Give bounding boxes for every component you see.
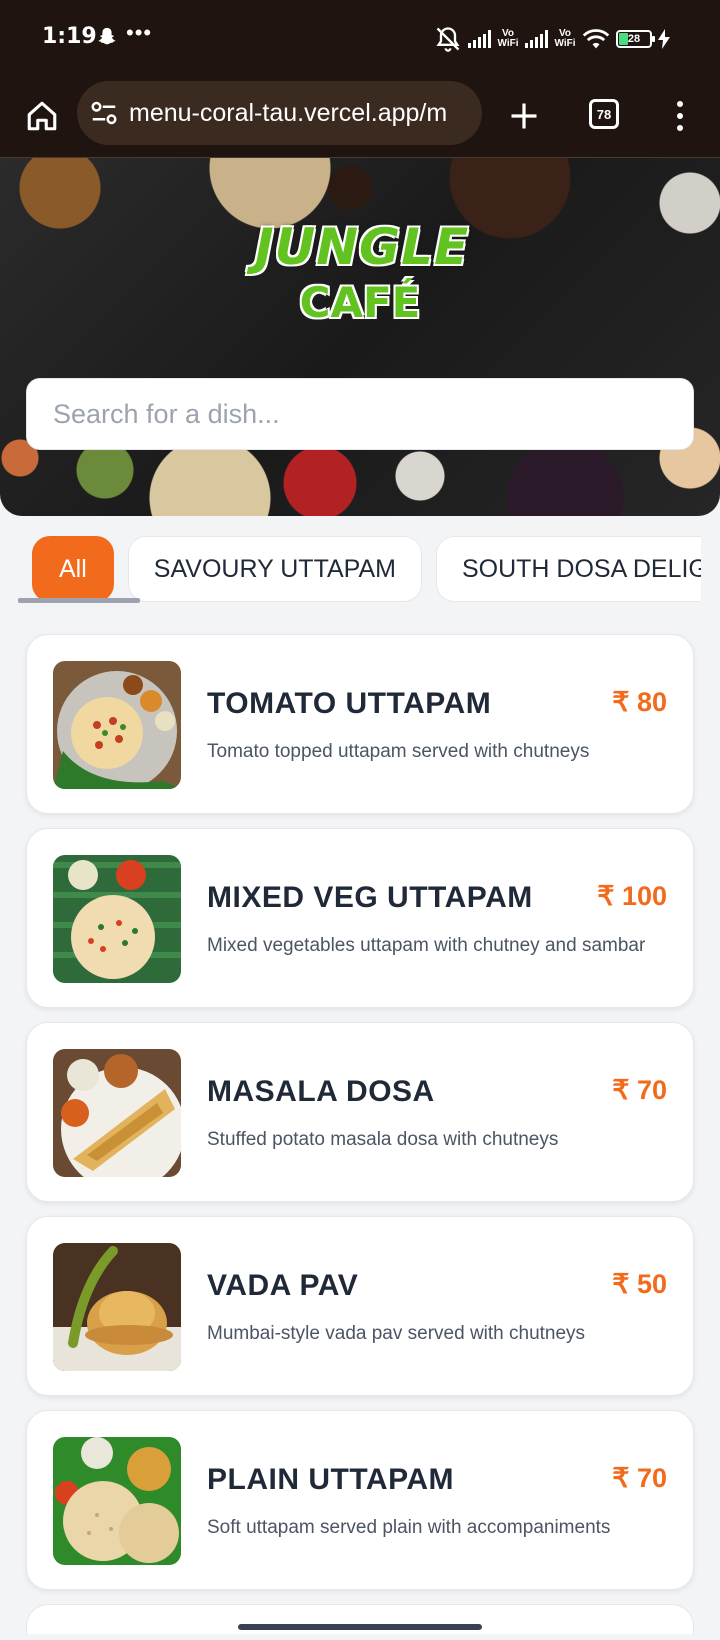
charging-icon: [658, 29, 670, 49]
new-tab-button[interactable]: [500, 92, 548, 140]
menu-item-card[interactable]: VADA PAV ₹ 50 Mumbai-style vada pav serv…: [26, 1216, 694, 1396]
jungle-cafe-logo: JUNGLE CAFÉ: [255, 218, 470, 333]
gesture-home-bar[interactable]: [238, 1624, 482, 1630]
dish-image: [53, 661, 181, 789]
dish-image: [53, 1437, 181, 1565]
dish-description: Soft uttapam served plain with accompani…: [207, 1517, 611, 1538]
dish-price: ₹ 70: [612, 1463, 667, 1493]
search-input[interactable]: [27, 379, 693, 449]
tab-switcher-button[interactable]: 78: [589, 99, 619, 129]
status-time: 1:19: [42, 24, 97, 49]
dish-description: Mixed vegetables uttapam with chutney an…: [207, 935, 646, 956]
category-tab-savoury-uttapam[interactable]: SAVOURY UTTAPAM: [127, 536, 422, 602]
menu-item-card[interactable]: PLAIN UTTAPAM ₹ 70 Soft uttapam served p…: [26, 1410, 694, 1590]
dish-price: ₹ 50: [612, 1269, 667, 1299]
dish-image: [53, 855, 181, 983]
dish-description: Stuffed potato masala dosa with chutneys: [207, 1129, 559, 1150]
dish-name: MASALA DOSA: [207, 1075, 435, 1108]
category-scrollbar[interactable]: [18, 598, 140, 603]
logo-text-cafe: CAFÉ: [299, 278, 421, 327]
browser-menu-button[interactable]: [664, 92, 696, 140]
battery-icon: 28: [616, 30, 655, 48]
battery-level: 28: [627, 33, 641, 45]
menu-item-card[interactable]: MIXED VEG UTTAPAM ₹ 100 Mixed vegetables…: [26, 828, 694, 1008]
dish-description: Mumbai-style vada pav served with chutne…: [207, 1323, 586, 1344]
dish-description: Tomato topped uttapam served with chutne…: [207, 741, 590, 762]
category-tab-south-dosa-delights[interactable]: SOUTH DOSA DELIGHTS: [435, 536, 701, 602]
dish-image: [53, 1243, 181, 1371]
dish-name: MIXED VEG UTTAPAM: [207, 881, 533, 914]
address-bar[interactable]: menu-coral-tau.vercel.app/m: [77, 81, 482, 145]
status-bar: 1:19 ••• Vo WiFi Vo WiFi 28: [0, 0, 720, 78]
vowifi-icon: Vo WiFi: [497, 28, 519, 49]
dish-name: TOMATO UTTAPAM: [207, 687, 492, 720]
logo-text-jungle: JUNGLE: [255, 218, 470, 276]
category-tabs: All SAVOURY UTTAPAM SOUTH DOSA DELIGHTS: [18, 536, 701, 604]
vowifi-icon: Vo WiFi: [554, 28, 576, 49]
signal-icon: [525, 30, 548, 48]
search-box: [26, 378, 694, 450]
more-notifications-icon: •••: [126, 20, 153, 45]
home-icon: [27, 101, 57, 131]
url-text: menu-coral-tau.vercel.app/m: [129, 98, 448, 127]
category-tab-all[interactable]: All: [32, 536, 114, 602]
mute-icon: [436, 27, 460, 52]
home-button[interactable]: [20, 94, 64, 138]
dish-price: ₹ 80: [612, 687, 667, 717]
dish-name: PLAIN UTTAPAM: [207, 1463, 455, 1496]
menu-item-card[interactable]: TOMATO UTTAPAM ₹ 80 Tomato topped uttapa…: [26, 634, 694, 814]
dish-name: VADA PAV: [207, 1269, 359, 1302]
hero-banner: JUNGLE CAFÉ: [0, 158, 720, 516]
plus-icon: [511, 103, 537, 129]
dish-image: [53, 1049, 181, 1177]
menu-item-card[interactable]: MASALA DOSA ₹ 70 Stuffed potato masala d…: [26, 1022, 694, 1202]
dish-price: ₹ 70: [612, 1075, 667, 1105]
dish-price: ₹ 100: [597, 881, 667, 911]
browser-toolbar: menu-coral-tau.vercel.app/m 78: [0, 78, 720, 158]
site-settings-icon[interactable]: [89, 98, 119, 128]
menu-list: TOMATO UTTAPAM ₹ 80 Tomato topped uttapa…: [26, 634, 694, 1634]
signal-icon: [468, 30, 491, 48]
wifi-icon: [582, 29, 610, 49]
snapchat-icon: [98, 27, 116, 45]
